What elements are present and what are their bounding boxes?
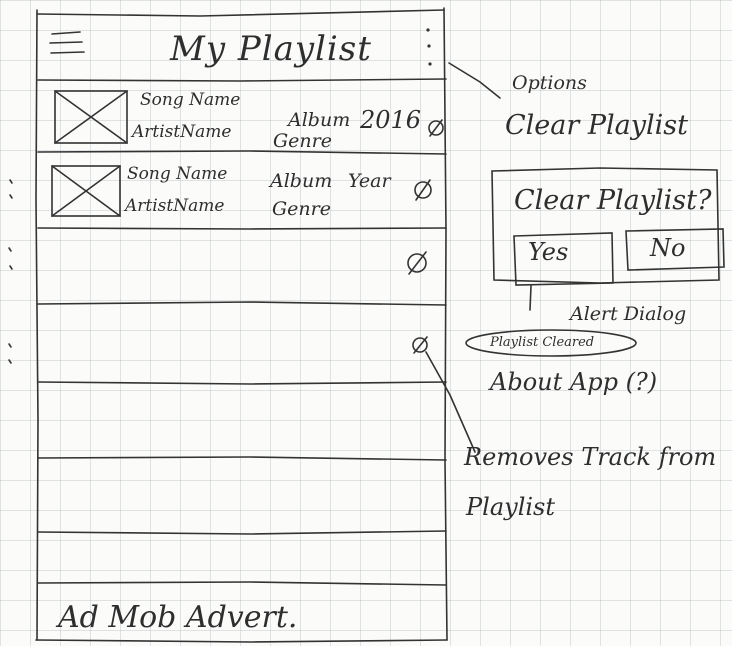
artist-name: ArtistName: [125, 196, 225, 216]
margin-tick: [9, 179, 13, 184]
options-leader-line: [448, 62, 501, 99]
song-name: Song Name: [140, 90, 241, 110]
album-art-placeholder-icon: [54, 90, 128, 144]
genre-name: Genre: [272, 198, 331, 220]
margin-tick: [8, 343, 12, 348]
removes-track-annotation-2: Playlist: [466, 493, 556, 521]
header-divider: [37, 78, 447, 82]
yes-button-label: Yes: [528, 238, 569, 266]
margin-tick: [9, 194, 13, 199]
album-name: Album: [270, 170, 333, 192]
remove-track-icon: [412, 336, 428, 354]
row-divider: [37, 530, 447, 535]
phone-top-edge: [36, 9, 445, 17]
options-annotation: Options: [512, 72, 587, 94]
alert-dialog-annotation: Alert Dialog: [570, 303, 687, 325]
year-value: Year: [348, 170, 391, 192]
phone-right-edge: [443, 7, 448, 641]
row-divider: [37, 581, 447, 586]
remove-track-icon: [414, 179, 432, 201]
row-divider: [37, 150, 447, 155]
clear-playlist-annotation: Clear Playlist: [505, 110, 688, 141]
no-button-label: No: [650, 234, 686, 262]
removes-leader-line: [425, 351, 476, 453]
remove-track-icon: [407, 251, 427, 275]
row-divider: [37, 456, 447, 461]
song-name: Song Name: [127, 164, 228, 184]
album-name: Album: [288, 109, 351, 131]
page-title: My Playlist: [170, 29, 372, 69]
about-app-annotation: About App (?): [490, 368, 658, 396]
alert-dialog-leader-line: [529, 285, 532, 311]
genre-name: Genre: [273, 130, 332, 152]
album-art-placeholder-icon: [51, 165, 121, 217]
margin-tick: [8, 359, 12, 364]
year-value: 2016: [360, 106, 422, 134]
phone-left-edge: [35, 9, 39, 641]
margin-tick: [9, 265, 13, 270]
row-divider: [37, 381, 447, 385]
margin-tick: [8, 247, 12, 252]
row-divider: [37, 301, 447, 306]
toast-annotation: Playlist Cleared: [490, 335, 595, 350]
artist-name: ArtistName: [132, 122, 232, 142]
row-divider: [37, 227, 447, 230]
phone-bottom-edge: [35, 639, 448, 643]
overflow-menu-icon: [426, 28, 432, 66]
hamburger-menu-icon: [49, 31, 85, 54]
remove-track-icon: [428, 119, 444, 137]
removes-track-annotation: Removes Track from: [464, 443, 717, 471]
dialog-question: Clear Playlist?: [514, 185, 712, 216]
ad-banner: Ad Mob Advert.: [58, 600, 298, 635]
